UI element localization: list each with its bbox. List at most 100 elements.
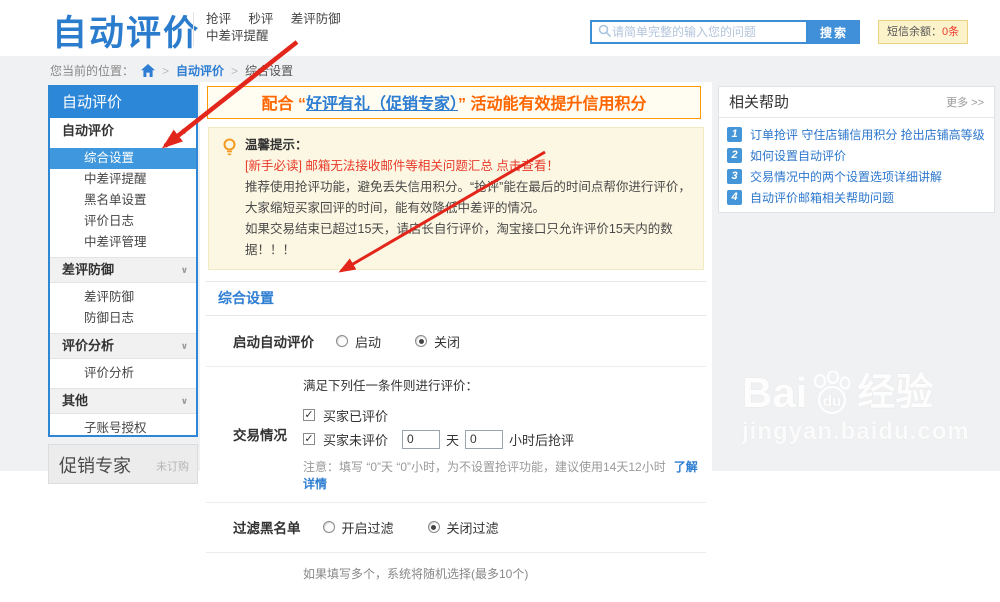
radio-close[interactable]: 关闭 <box>415 332 460 351</box>
help-more-link[interactable]: 更多 >> <box>946 94 984 110</box>
main-content: 配合 “好评有礼（促销专家）” 活动能有效提升信用积分 温馨提示： [新手必读]… <box>200 82 712 471</box>
breadcrumb-prefix: 您当前的位置： <box>50 62 134 79</box>
help-item-number: 2 <box>727 148 742 163</box>
sidebar-section-label: 其他 <box>62 388 88 414</box>
sidebar-section-analysis[interactable]: 评价分析 ∨ <box>50 333 196 359</box>
hours-input[interactable] <box>465 430 503 449</box>
checkbox-buyer-rated[interactable]: ✓ <box>303 409 315 421</box>
tips-title: 温馨提示： <box>245 135 691 156</box>
radio-start[interactable]: 启动 <box>336 332 381 351</box>
help-title: 相关帮助 <box>729 91 789 112</box>
sidebar-section-label: 差评防御 <box>62 257 114 283</box>
form-row-trade-status: 交易情况 满足下列任一条件则进行评价： ✓ 买家已评价 ✓ 买家未评价 天 小时… <box>206 367 706 503</box>
radio-start-label: 启动 <box>355 332 381 351</box>
tips-alert-link[interactable]: [新手必读] 邮箱无法接收邮件等相关问题汇总 点击查看！ <box>245 156 691 177</box>
top-header: 自动评价 抢评 秒评 差评防御 中差评提醒 搜索 短信余额：0条 <box>0 0 1000 56</box>
promo-banner: 配合 “好评有礼（促销专家）” 活动能有效提升信用积分 <box>207 86 701 119</box>
partial-note: 如果填写多个，系统将随机选择(最多10个) <box>303 565 528 582</box>
lightbulb-icon <box>222 138 237 164</box>
sidebar-items-group: 差评防御 防御日志 <box>50 283 196 333</box>
sms-balance-label: 短信余额： <box>887 26 942 38</box>
section-title: 综合设置 <box>206 281 706 316</box>
help-link-4[interactable]: 自动评价邮箱相关帮助问题 <box>750 189 894 206</box>
nav-chaping-defense[interactable]: 差评防御 <box>291 12 341 26</box>
breadcrumb-current: 综合设置 <box>245 62 293 79</box>
sidebar-title: 自动评价 <box>50 87 196 118</box>
nav-qiangping[interactable]: 抢评 <box>206 12 231 26</box>
sidebar-section-defense[interactable]: 差评防御 ∨ <box>50 257 196 283</box>
help-link-1[interactable]: 订单抢评 守住店铺信用积分 抢出店铺高等级 <box>750 126 985 143</box>
auto-review-label: 启动自动评价 <box>233 331 314 351</box>
search-icon <box>598 24 612 41</box>
trade-note: 注意：填写 “0”天 “0”小时，为不设置抢评功能，建议使用14天12小时 <box>303 460 666 474</box>
sidebar-section-label: 自动评价 <box>62 118 114 144</box>
form-row-auto-review: 启动自动评价 启动 关闭 <box>206 316 706 367</box>
blacklist-filter-label: 过滤黑名单 <box>233 517 301 537</box>
sidebar-items-group: 子账号授权 <box>50 414 196 437</box>
sidebar-items-group: 综合设置 中差评提醒 黑名单设置 评价日志 中差评管理 <box>50 144 196 257</box>
tips-line1: 推荐使用抢评功能，避免丢失信用积分。“抢评”能在最后的时间点帮你进行评价，大家缩… <box>245 177 691 219</box>
sms-balance-badge[interactable]: 短信余额：0条 <box>878 20 968 44</box>
sidebar-item-analysis[interactable]: 评价分析 <box>50 363 196 384</box>
help-item-number: 4 <box>727 190 742 205</box>
sidebar-item-defense-log[interactable]: 防御日志 <box>50 308 196 329</box>
sidebar-item-defense[interactable]: 差评防御 <box>50 287 196 308</box>
radio-filter-off[interactable]: 关闭过滤 <box>428 518 499 537</box>
help-item-number: 1 <box>727 127 742 142</box>
home-icon[interactable] <box>141 64 155 77</box>
breadcrumb-separator: > <box>231 64 238 78</box>
chevron-down-icon: ∨ <box>181 118 188 144</box>
banner-link-haoping[interactable]: 好评有礼（促销专家） <box>306 96 458 113</box>
banner-suffix: ” 活动能有效提升信用积分 <box>458 96 646 113</box>
search-input[interactable] <box>612 25 806 39</box>
help-item: 2 如何设置自动评价 <box>727 145 986 166</box>
breadcrumb-link-autorate[interactable]: 自动评价 <box>176 62 224 79</box>
radio-filter-off-label: 关闭过滤 <box>447 518 499 537</box>
radio-filter-on-label: 开启过滤 <box>342 518 394 537</box>
sidebar-item-review-reminder[interactable]: 中差评提醒 <box>50 169 196 190</box>
radio-icon[interactable] <box>336 335 348 347</box>
promo-expert-box[interactable]: 促销专家 未订购 <box>48 444 198 484</box>
chevron-down-icon: ∨ <box>181 257 188 283</box>
sidebar-item-review-manage[interactable]: 中差评管理 <box>50 232 196 253</box>
radio-filter-on[interactable]: 开启过滤 <box>323 518 394 537</box>
sidebar-item-general-settings[interactable]: 综合设置 <box>50 148 196 169</box>
tips-line2: 如果交易结束已超过15天，请店长自行评价，淘宝接口只允许评价15天内的数据！！！ <box>245 219 691 261</box>
sms-balance-value: 0条 <box>942 26 959 38</box>
checkbox-buyer-rated-label: 买家已评价 <box>323 406 388 425</box>
nav-review-reminder[interactable]: 中差评提醒 <box>206 29 269 43</box>
sidebar-item-review-log[interactable]: 评价日志 <box>50 211 196 232</box>
chevron-down-icon: ∨ <box>181 333 188 359</box>
hour-unit-label: 小时后抢评 <box>509 430 574 449</box>
radio-close-label: 关闭 <box>434 332 460 351</box>
form-row-partial: 如果填写多个，系统将随机选择(最多10个) <box>206 553 706 602</box>
sidebar-section-auto-review[interactable]: 自动评价 ∨ <box>50 118 196 144</box>
radio-icon-checked[interactable] <box>428 521 440 533</box>
radio-icon-checked[interactable] <box>415 335 427 347</box>
help-link-2[interactable]: 如何设置自动评价 <box>750 147 846 164</box>
search-button[interactable]: 搜索 <box>808 20 860 44</box>
radio-icon[interactable] <box>323 521 335 533</box>
day-unit-label: 天 <box>446 430 459 449</box>
checkbox-buyer-unrated[interactable]: ✓ <box>303 433 315 445</box>
promo-title: 促销专家 <box>59 452 131 478</box>
sidebar-section-label: 评价分析 <box>62 333 114 359</box>
related-help-panel: 相关帮助 更多 >> 1 订单抢评 守住店铺信用积分 抢出店铺高等级 2 如何设… <box>718 86 995 213</box>
days-input[interactable] <box>402 430 440 449</box>
trade-status-label: 交易情况 <box>233 424 297 444</box>
help-item: 4 自动评价邮箱相关帮助问题 <box>727 187 986 208</box>
help-link-3[interactable]: 交易情况中的两个设置选项详细讲解 <box>750 168 942 185</box>
sidebar-section-other[interactable]: 其他 ∨ <box>50 388 196 414</box>
nav-miaoping[interactable]: 秒评 <box>248 12 273 26</box>
trade-intro: 满足下列任一条件则进行评价： <box>303 375 706 394</box>
checkbox-buyer-unrated-label: 买家未评价 <box>323 430 388 449</box>
warm-tips-box: 温馨提示： [新手必读] 邮箱无法接收邮件等相关问题汇总 点击查看！ 推荐使用抢… <box>208 127 704 270</box>
sidebar-item-subaccount-auth[interactable]: 子账号授权 <box>50 418 196 437</box>
sidebar-item-blacklist-settings[interactable]: 黑名单设置 <box>50 190 196 211</box>
sidebar-menu: 自动评价 自动评价 ∨ 综合设置 中差评提醒 黑名单设置 评价日志 中差评管理 … <box>48 85 198 437</box>
form-row-blacklist-filter: 过滤黑名单 开启过滤 关闭过滤 <box>206 503 706 553</box>
divider <box>193 12 194 46</box>
help-item: 1 订单抢评 守住店铺信用积分 抢出店铺高等级 <box>727 124 986 145</box>
help-item-number: 3 <box>727 169 742 184</box>
sidebar-items-group: 评价分析 <box>50 359 196 388</box>
